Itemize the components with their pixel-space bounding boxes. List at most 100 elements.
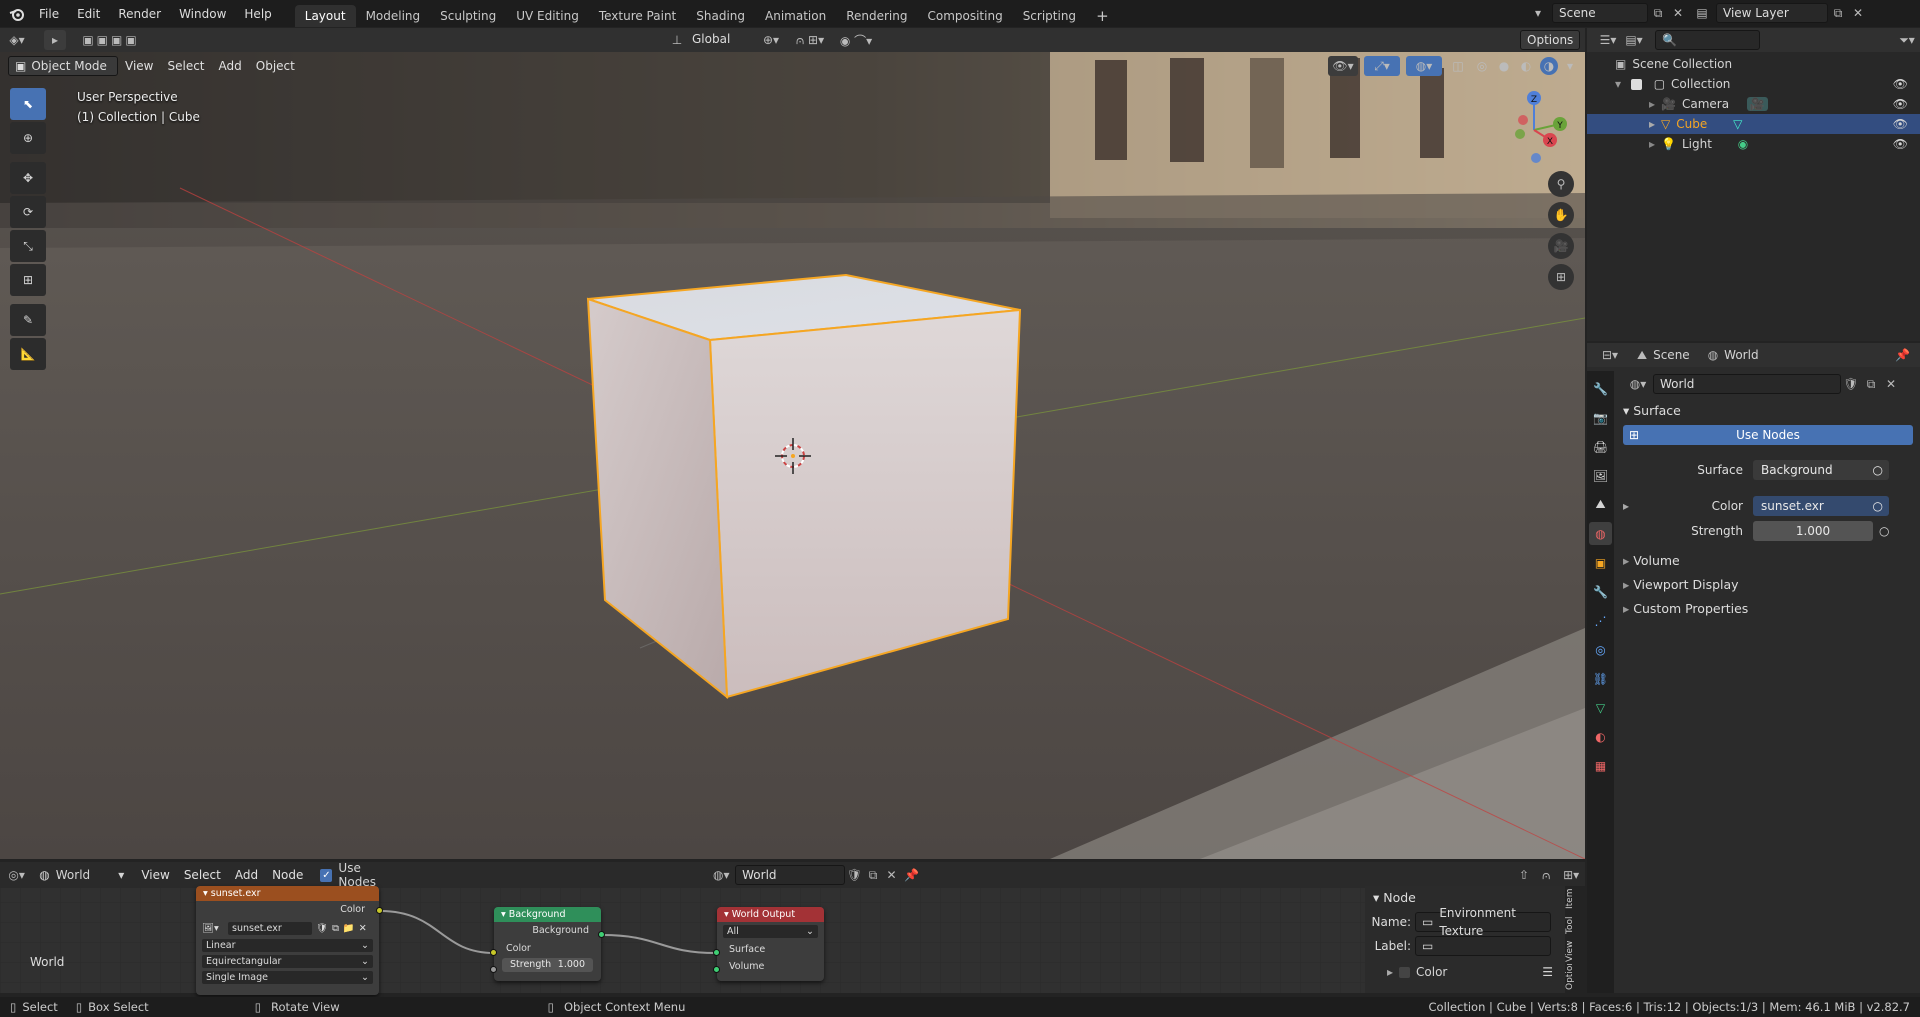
camera-eye-icon[interactable]: 👁	[1893, 94, 1908, 114]
shader-type-select[interactable]: ◍ World ▾	[39, 868, 124, 882]
tool-transform[interactable]: ⊞	[10, 264, 46, 296]
select-tool-icon[interactable]: ▸	[44, 30, 66, 50]
node-snap-mode-icon[interactable]: ⊞▾	[1557, 868, 1585, 882]
transform-orientation-select[interactable]: Global	[686, 30, 756, 50]
tab-rendering[interactable]: Rendering	[836, 5, 917, 27]
node-editor-type-icon[interactable]: ◎▾	[0, 868, 33, 882]
tab-compositing[interactable]: Compositing	[917, 5, 1012, 27]
node-fake-user-icon[interactable]: 🛡	[845, 868, 863, 882]
tab-texture-paint[interactable]: Texture Paint	[589, 5, 686, 27]
sidebar-tab-options[interactable]: Options	[1565, 964, 1585, 990]
tab-texture[interactable]: ▦	[1589, 754, 1612, 777]
navigation-gizmo[interactable]: Z Y X	[1498, 90, 1568, 164]
options-button[interactable]: Options	[1520, 30, 1580, 50]
interpolation-select[interactable]: Linear ⌄	[202, 939, 373, 952]
new-scene-icon[interactable]: ⧉	[1648, 6, 1668, 21]
camera-expand-icon[interactable]: ▸	[1649, 97, 1655, 111]
projection-select[interactable]: Equirectangular ⌄	[202, 955, 373, 968]
surface-shader-field[interactable]: Background ○	[1753, 460, 1889, 480]
world-data-icon[interactable]: ◍▾	[707, 868, 735, 882]
gizmo-toggle-icon[interactable]: ⤢▾	[1364, 56, 1400, 76]
tab-scripting[interactable]: Scripting	[1013, 5, 1086, 27]
color-panel-expand-icon[interactable]: ▸	[1387, 965, 1393, 979]
filter-icon[interactable]: ⏷▾	[1894, 33, 1920, 48]
menu-window[interactable]: Window	[170, 7, 235, 21]
volume-panel-header[interactable]: ▸ Volume	[1623, 549, 1913, 573]
sidebar-tab-view[interactable]: View	[1565, 938, 1585, 964]
node-duplicate-icon[interactable]: ⧉	[864, 868, 882, 883]
snap-icon[interactable]: ⩀ ⊞▾	[786, 33, 834, 48]
texture-node-header[interactable]: ▾ sunset.exr	[196, 886, 379, 901]
tool-move[interactable]: ✥	[10, 162, 46, 194]
menu-render[interactable]: Render	[109, 7, 170, 21]
tab-material[interactable]: ◐	[1589, 725, 1612, 748]
xray-icon[interactable]: ◫	[1448, 59, 1468, 73]
node-menu-add[interactable]: Add	[228, 868, 265, 882]
shading-material-icon[interactable]: ◐	[1518, 59, 1534, 73]
fake-user-icon[interactable]: 🛡	[1841, 377, 1861, 391]
collection-expand-icon[interactable]: ▾	[1615, 77, 1621, 91]
tab-sculpting[interactable]: Sculpting	[430, 5, 506, 27]
node-pin-icon[interactable]: 📌	[901, 868, 923, 882]
node-color-list-icon[interactable]: ☰	[1542, 965, 1553, 979]
shading-rendered-icon[interactable]: ◑	[1540, 57, 1558, 75]
background-output-socket[interactable]	[598, 931, 605, 938]
strength-field[interactable]: 1.000	[1753, 521, 1873, 541]
viewport-display-panel-header[interactable]: ▸ Viewport Display	[1623, 573, 1913, 597]
tool-measure[interactable]: 📐	[10, 338, 46, 370]
pan-hand-icon[interactable]: ✋	[1548, 202, 1574, 228]
node-world-field[interactable]: World	[735, 865, 846, 885]
duplicate-world-icon[interactable]: ⧉	[1861, 377, 1881, 392]
background-strength-field[interactable]: Strength 1.000	[502, 958, 593, 972]
tab-data[interactable]: ▽	[1589, 696, 1612, 719]
pivot-icon[interactable]: ⊕▾	[756, 33, 786, 47]
texture-color-socket[interactable]	[376, 907, 383, 914]
output-target-select[interactable]: All ⌄	[723, 925, 818, 938]
tab-modeling[interactable]: Modeling	[356, 5, 431, 27]
tool-annotate[interactable]: ✎	[10, 304, 46, 336]
tab-physics[interactable]: ◎	[1589, 638, 1612, 661]
menu-view[interactable]: View	[118, 59, 160, 73]
tab-uv-editing[interactable]: UV Editing	[506, 5, 589, 27]
outliner-item-cube[interactable]: ▸ ▽ Cube ▽ 👁	[1587, 114, 1920, 134]
node-menu-node[interactable]: Node	[265, 868, 310, 882]
overlay-toggle-icon[interactable]: ◍▾	[1406, 56, 1442, 76]
outliner-type-icon[interactable]: ☰▾	[1595, 33, 1621, 47]
outliner-item-light[interactable]: ▸ 💡 Light ◉ 👁	[1587, 134, 1920, 154]
tab-shading[interactable]: Shading	[686, 5, 755, 27]
menu-file[interactable]: File	[30, 7, 68, 21]
tool-rotate[interactable]: ⟳	[10, 196, 46, 228]
node-snap-icon[interactable]: ⩀	[1535, 868, 1557, 883]
tab-view-layer[interactable]: 🖼	[1589, 464, 1612, 487]
mode-select[interactable]: ▣ Object Mode	[8, 56, 118, 76]
menu-help[interactable]: Help	[235, 7, 280, 21]
world-output-node[interactable]: ▾ World Output All ⌄ Surface Volume	[717, 907, 824, 981]
tool-scale[interactable]: ⤡	[10, 230, 46, 262]
sidebar-tab-tool[interactable]: Tool	[1565, 912, 1585, 938]
camera-view-icon[interactable]: 🎥	[1548, 233, 1574, 259]
background-color-socket[interactable]	[490, 949, 497, 956]
image-source-select[interactable]: Single Image ⌄	[202, 971, 373, 984]
select-mode-icons[interactable]: ▣▣▣▣	[66, 33, 156, 47]
blender-logo-icon[interactable]	[4, 1, 30, 27]
outliner-collection[interactable]: ▾ ▢ Collection 👁	[1587, 74, 1920, 94]
use-nodes-checkbox[interactable]: ✓	[320, 868, 333, 882]
scene-field[interactable]: Scene	[1552, 3, 1648, 23]
zoom-icon[interactable]: ⚲	[1548, 171, 1574, 197]
node-color-checkbox[interactable]	[1399, 966, 1411, 978]
collection-eye-icon[interactable]: 👁	[1893, 74, 1908, 94]
background-node[interactable]: ▾ Background Background Color Strength 1.…	[494, 907, 601, 981]
view-layer-field[interactable]: View Layer	[1716, 3, 1828, 23]
outliner-search[interactable]: 🔍	[1655, 30, 1760, 50]
shading-wireframe-icon[interactable]: ◎	[1474, 59, 1490, 73]
use-nodes-button[interactable]: ⊞ Use Nodes	[1623, 425, 1913, 445]
tab-constraints[interactable]: ⛓	[1589, 667, 1612, 690]
delete-scene-icon[interactable]: ✕	[1668, 6, 1688, 20]
add-workspace-icon[interactable]: +	[1086, 5, 1119, 27]
tab-layout[interactable]: Layout	[294, 5, 356, 27]
proportional-edit-icon[interactable]: ◉ ⌒▾	[834, 32, 878, 49]
camera-data-icon[interactable]: 🎥	[1746, 97, 1768, 111]
outliner-scene-collection[interactable]: ▣ Scene Collection	[1587, 54, 1920, 74]
image-unlink-icon[interactable]: ✕	[359, 923, 367, 934]
light-expand-icon[interactable]: ▸	[1649, 137, 1655, 151]
